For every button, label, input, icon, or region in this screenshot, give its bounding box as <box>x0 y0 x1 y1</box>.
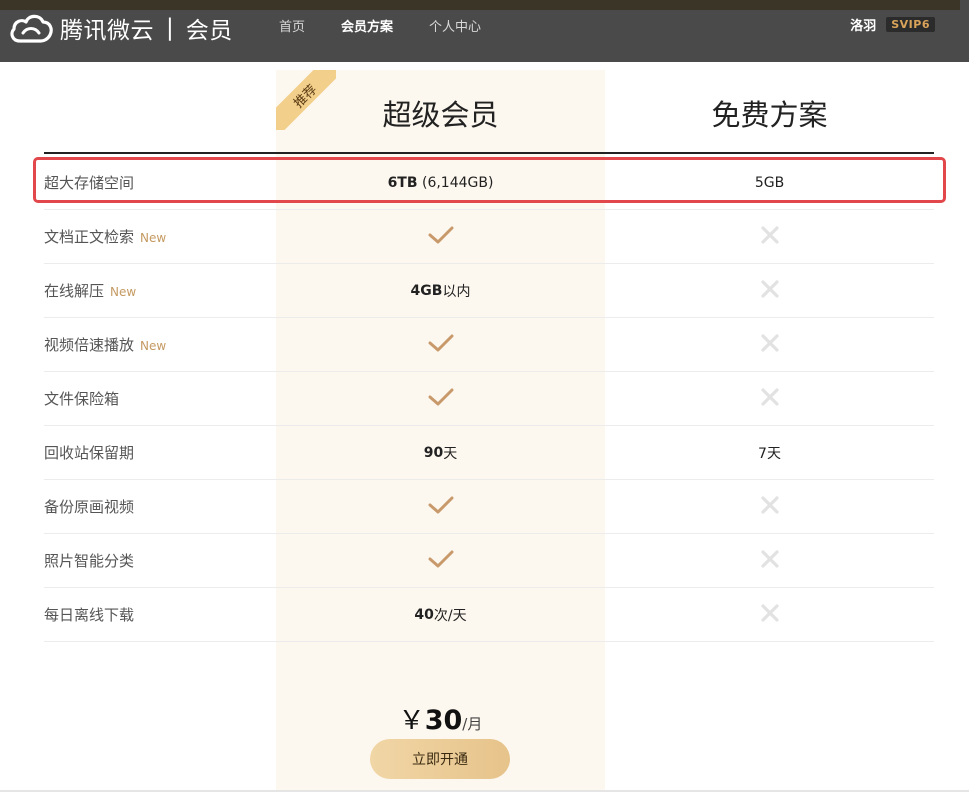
premium-value-bold: 4GB <box>410 283 443 299</box>
table-row: 在线解压 New 4GB 以内 <box>44 264 934 318</box>
feature-label: 照片智能分类 <box>44 534 134 588</box>
premium-cell: 40 次/天 <box>276 588 605 642</box>
feature-label: 备份原画视频 <box>44 480 134 534</box>
cloud-icon <box>8 11 54 45</box>
price-unit: /月 <box>462 715 483 733</box>
check-icon <box>428 225 454 249</box>
free-cell: 7天 <box>605 426 934 480</box>
new-tag: New <box>140 231 167 245</box>
table-row: 照片智能分类 <box>44 534 934 588</box>
free-cell <box>605 318 934 372</box>
feature-label: 文件保险箱 <box>44 372 119 426</box>
feature-name: 备份原画视频 <box>44 498 135 516</box>
table-row: 视频倍速播放 New <box>44 318 934 372</box>
premium-cell <box>276 534 605 588</box>
cross-icon <box>760 226 779 248</box>
feature-label: 视频倍速播放 New <box>44 318 166 372</box>
premium-value: 以内 <box>442 284 471 300</box>
feature-label: 回收站保留期 <box>44 426 134 480</box>
table-row: 备份原画视频 <box>44 480 934 534</box>
brand-separator: | <box>166 15 174 41</box>
nav-item[interactable]: 会员方案 <box>341 16 393 35</box>
feature-name: 文档正文检索 <box>44 228 135 246</box>
free-cell <box>605 210 934 264</box>
premium-cell <box>276 318 605 372</box>
feature-label: 文档正文检索 New <box>44 210 166 264</box>
check-icon <box>428 549 454 573</box>
premium-cell: 4GB 以内 <box>276 264 605 318</box>
table-row: 回收站保留期 90 天 7天 <box>44 426 934 480</box>
top-bar: 腾讯微云 | 会员 首页 会员方案 个人中心 洛羽 SVIP6 <box>0 0 969 62</box>
brand-section: 会员 <box>185 18 233 44</box>
cross-icon <box>760 550 779 572</box>
premium-value: 次/天 <box>433 608 467 624</box>
cross-icon <box>760 280 779 302</box>
premium-value-bold: 90 <box>423 445 444 461</box>
brand-name: 腾讯微云 <box>60 18 154 44</box>
free-plan-title: 免费方案 <box>711 98 828 132</box>
feature-label: 在线解压 New <box>44 264 136 318</box>
top-bar-accent <box>0 0 960 10</box>
feature-name: 在线解压 <box>44 282 105 300</box>
new-tag: New <box>110 285 137 299</box>
feature-name: 回收站保留期 <box>44 444 135 462</box>
cross-icon <box>760 496 779 518</box>
table-row: 每日离线下载 40 次/天 <box>44 588 934 642</box>
price: ￥30/月 <box>276 700 605 737</box>
premium-value-bold: 40 <box>414 607 434 623</box>
table-row: 文件保险箱 <box>44 372 934 426</box>
premium-plan-title: 超级会员 <box>382 98 499 132</box>
main-nav: 首页 会员方案 个人中心 <box>279 16 517 35</box>
nav-item[interactable]: 个人中心 <box>429 16 481 35</box>
plan-comparison: 推荐 超级会员 免费方案 超大存储空间 6TB (6,144GB) 5GB 文档正文检… <box>0 62 969 792</box>
check-icon <box>428 495 454 519</box>
feature-name: 文件保险箱 <box>44 390 120 408</box>
feature-name: 每日离线下载 <box>44 606 135 624</box>
premium-cell <box>276 210 605 264</box>
subscribe-button[interactable]: 立即开通 <box>370 739 510 779</box>
feature-label: 每日离线下载 <box>44 588 134 642</box>
feature-name: 照片智能分类 <box>44 552 135 570</box>
price-amount: 30 <box>424 705 463 736</box>
premium-cell: 90 天 <box>276 426 605 480</box>
vip-badge: SVIP6 <box>886 17 935 32</box>
table-row: 文档正文检索 New <box>44 210 934 264</box>
user-info[interactable]: 洛羽 SVIP6 <box>850 15 935 34</box>
premium-cell <box>276 480 605 534</box>
premium-value: 天 <box>443 446 458 462</box>
free-cell <box>605 264 934 318</box>
free-cell <box>605 588 934 642</box>
check-icon <box>428 333 454 357</box>
cross-icon <box>760 388 779 410</box>
free-cell <box>605 372 934 426</box>
user-name[interactable]: 洛羽 <box>850 15 876 34</box>
price-currency: ￥ <box>398 706 425 736</box>
free-cell <box>605 534 934 588</box>
free-value: 7天 <box>758 446 781 462</box>
check-icon <box>428 387 454 411</box>
cross-icon <box>760 604 779 626</box>
highlight-box <box>33 157 946 203</box>
premium-cell <box>276 372 605 426</box>
header-divider <box>44 152 934 154</box>
feature-name: 视频倍速播放 <box>44 336 135 354</box>
logo[interactable]: 腾讯微云 | 会员 <box>8 10 233 46</box>
new-tag: New <box>140 339 167 353</box>
cross-icon <box>760 334 779 356</box>
nav-item[interactable]: 首页 <box>279 16 305 35</box>
free-cell <box>605 480 934 534</box>
